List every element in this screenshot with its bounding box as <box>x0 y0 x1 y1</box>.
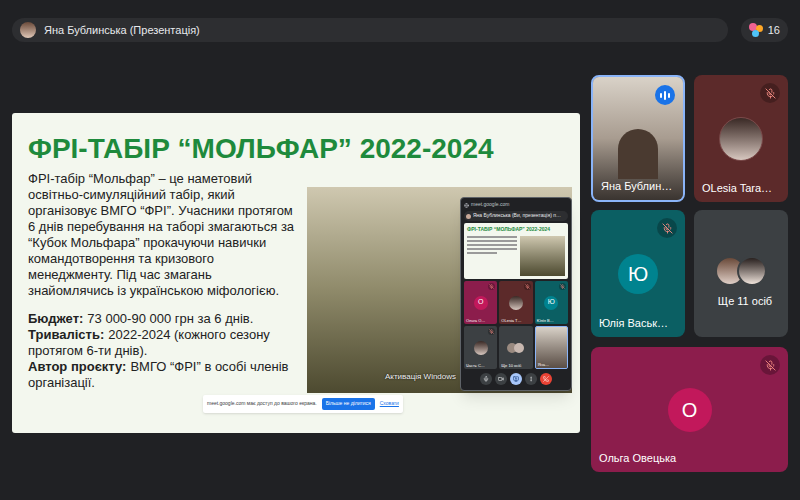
meet-window: Яна Бублинська (Презентація) 16 ФРІ-ТАБІР … <box>0 0 800 500</box>
mini-tile-name: Частє С… <box>466 363 485 368</box>
participant-tile[interactable]: Ще 11 осіб <box>694 210 788 337</box>
mini-title-bar: Яна Бублинська (Ви, презентація) п… <box>464 211 568 221</box>
presenter-avatar <box>20 22 36 38</box>
participant-name: Ольга Овецька <box>599 450 676 467</box>
mini-meet-window[interactable]: meet.google.com Яна Бублинська (Ви, презе… <box>460 197 572 391</box>
muted-icon <box>760 355 780 375</box>
mini-tile-name: Юлія В… <box>537 318 554 323</box>
top-bar: Яна Бублинська (Презентація) 16 <box>0 0 800 42</box>
hide-button[interactable]: Сховати <box>380 400 399 408</box>
mini-tile-name: Яна… <box>538 362 549 367</box>
mini-tiles: О Ольга О… OLesia T… Ю Юлія В… Частє С… Ще 10 … <box>464 281 568 369</box>
mini-tile-name: Ольга О… <box>466 318 485 323</box>
slide: ФРІ-ТАБІР “МОЛЬФАР” 2022-2024 ФРІ-табір “… <box>12 113 580 433</box>
participant-tile[interactable]: Ю Юлія Васьк… <box>591 210 685 337</box>
mini-tile: OLesia T… <box>499 281 532 324</box>
share-notice-text: meet.google.com має доступ до вашого екр… <box>207 400 317 408</box>
mini-control-button[interactable] <box>480 373 492 385</box>
mini-muted-icon <box>488 328 495 335</box>
stop-sharing-button[interactable]: Більше не ділитися <box>322 398 375 410</box>
mini-avatar-letter: Ю <box>544 296 558 310</box>
mini-slide: ФРІ-ТАБІР “МОЛЬФАР” 2022-2024 <box>464 223 568 279</box>
participant-name: OLesia Tara… <box>702 180 772 197</box>
avatar-letter: О <box>668 388 712 432</box>
mini-muted-icon <box>559 283 566 290</box>
mini-tile: Ю Юлія В… <box>535 281 568 324</box>
end-call-icon <box>543 376 549 382</box>
mini-tile-name: OLesia T… <box>501 318 521 323</box>
slide-text: ФРІ-табір “Мольфар” – це наметовий освіт… <box>28 171 300 393</box>
participant-name: Яна Бублин… <box>601 178 672 195</box>
others-avatars <box>715 256 767 286</box>
participants-icon <box>749 23 763 37</box>
participant-tile[interactable]: OLesia Tara… <box>694 75 788 202</box>
muted-icon <box>657 218 677 238</box>
share-notice: meet.google.com має доступ до вашого екр… <box>203 395 403 413</box>
person-silhouette <box>618 129 658 179</box>
photo-watermark: Активація Windows <box>385 371 456 383</box>
mini-control-button[interactable] <box>510 373 522 385</box>
participant-count: 16 <box>768 22 780 39</box>
camera-icon <box>498 376 504 382</box>
mini-avatar-photo <box>509 296 523 310</box>
participant-name: Ще 11 осіб <box>702 293 788 310</box>
present-icon <box>513 376 519 382</box>
slide-facts: Бюджет:73 000-90 000 грн за 6 днів.Трива… <box>28 311 300 391</box>
mini-control-button[interactable] <box>495 373 507 385</box>
avatar-photo <box>737 256 767 286</box>
participants-grid: Яна Бублин… OLesia Tara… Ю Юлія Васьк… Ще 11… <box>591 42 788 472</box>
participant-tile[interactable]: О Ольга Овецька <box>591 347 788 472</box>
mini-avatar-photo <box>474 341 488 355</box>
main-area: ФРІ-ТАБІР “МОЛЬФАР” 2022-2024 ФРІ-табір “… <box>0 42 800 472</box>
slide-fact: Автор проєкту:ВМГО “ФРІ” в особі членів … <box>28 359 300 391</box>
mini-control-button[interactable] <box>540 373 552 385</box>
slide-title: ФРІ-ТАБІР “МОЛЬФАР” 2022-2024 <box>28 131 572 167</box>
mini-tile-name: Ще 10 осіб <box>501 363 521 368</box>
mini-tile: Частє С… <box>464 326 497 369</box>
mini-muted-icon <box>524 283 531 290</box>
mini-url-bar: meet.google.com <box>464 201 568 209</box>
mini-tile: Ще 10 осіб <box>499 326 532 369</box>
globe-icon <box>464 203 469 208</box>
slide-fact: Тривалість:2022-2024 (кожного сезону про… <box>28 327 300 359</box>
presenter-name: Яна Бублинська (Презентація) <box>44 22 200 39</box>
participant-name: Юлія Васьк… <box>599 315 668 332</box>
mini-muted-icon <box>488 283 495 290</box>
mini-avatar-letter: О <box>474 296 488 310</box>
participants-badge[interactable]: 16 <box>741 18 788 42</box>
mic-icon <box>483 376 489 382</box>
mini-control-button[interactable] <box>525 373 537 385</box>
presentation-area: ФРІ-ТАБІР “МОЛЬФАР” 2022-2024 ФРІ-табір “… <box>12 42 580 472</box>
presenter-pill[interactable]: Яна Бублинська (Презентація) <box>12 18 728 42</box>
mini-others-avatars <box>507 343 524 353</box>
speaking-indicator <box>655 85 675 105</box>
slide-description: ФРІ-табір “Мольфар” – це наметовий освіт… <box>28 171 300 299</box>
mini-controls <box>464 371 568 387</box>
muted-icon <box>760 83 780 103</box>
participant-tile[interactable]: Яна Бублин… <box>591 75 685 202</box>
mini-tile: Яна… <box>535 326 568 369</box>
avatar-photo <box>719 117 763 161</box>
more-icon <box>528 376 534 382</box>
mini-tile: О Ольга О… <box>464 281 497 324</box>
slide-fact: Бюджет:73 000-90 000 грн за 6 днів. <box>28 311 300 327</box>
mini-video <box>536 327 567 368</box>
avatar-letter: Ю <box>618 254 658 294</box>
